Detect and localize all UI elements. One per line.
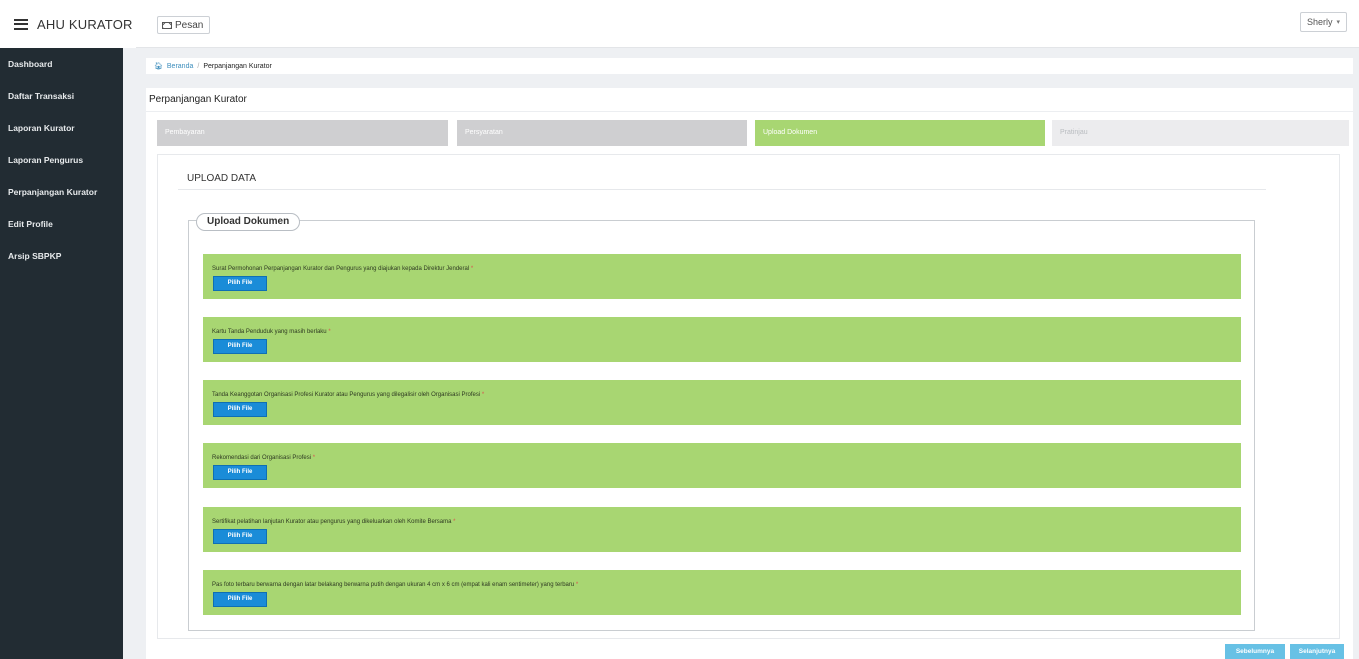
- user-menu-button[interactable]: Sherly ▾: [1299, 12, 1347, 32]
- menu-icon[interactable]: [14, 18, 28, 30]
- required-marker: *: [453, 519, 456, 525]
- messages-button[interactable]: Pesan: [157, 16, 211, 34]
- fieldset-legend: Upload Dokumen: [196, 213, 301, 231]
- document-label-text: Sertifikat pelatihan lanjutan Kurator at…: [212, 519, 452, 525]
- page-title: Perpanjangan Kurator: [146, 88, 1353, 112]
- app-title: AHU KURATOR: [37, 16, 133, 32]
- document-label-text: Pas foto terbaru berwarna dengan latar b…: [212, 582, 575, 588]
- chevron-down-icon: ▾: [1336, 19, 1340, 26]
- sidebar-item-edit-profile[interactable]: Edit Profile: [0, 208, 123, 240]
- document-label-text: Rekomendasi dari Organisasi Profesi: [212, 455, 312, 461]
- document-row: Surat Permohonan Perpanjangan Kurator da…: [203, 254, 1241, 299]
- upload-section: UPLOAD DATA Upload Dokumen Surat Permoho…: [157, 154, 1340, 639]
- upload-fieldset: Upload Dokumen Surat Permohonan Perpanja…: [188, 213, 1255, 631]
- envelope-icon: [162, 21, 172, 29]
- required-marker: *: [575, 582, 579, 588]
- document-label-text: Kartu Tanda Penduduk yang masih berlaku: [212, 329, 327, 335]
- document-row: Pas foto terbaru berwarna dengan latar b…: [203, 570, 1241, 615]
- previous-button[interactable]: Sebelumnya: [1225, 644, 1285, 659]
- document-label: Pas foto terbaru berwarna dengan latar b…: [212, 582, 578, 588]
- document-label-text: Tanda Keanggotan Organisasi Profesi Kura…: [212, 392, 481, 398]
- document-row: Tanda Keanggotan Organisasi Profesi Kura…: [203, 380, 1241, 425]
- breadcrumb-current: Perpanjangan Kurator: [203, 62, 272, 70]
- document-label: Surat Permohonan Perpanjangan Kurator da…: [212, 266, 473, 272]
- breadcrumb: 🏠︎ Beranda / Perpanjangan Kurator: [146, 58, 1353, 74]
- main-content: 🏠︎ Beranda / Perpanjangan Kurator Perpan…: [136, 48, 1359, 659]
- required-marker: *: [312, 455, 316, 461]
- sidebar-item-laporan-kurator[interactable]: Laporan Kurator: [0, 112, 123, 144]
- main-panel: Perpanjangan Kurator Pembayaran Persyara…: [146, 88, 1353, 659]
- document-label: Sertifikat pelatihan lanjutan Kurator at…: [212, 519, 456, 525]
- divider: [178, 189, 1266, 190]
- user-name: Sherly: [1306, 17, 1333, 27]
- wizard-steps: Pembayaran Persyaratan Upload Dokumen Pr…: [157, 120, 1349, 146]
- choose-file-button[interactable]: Pilih File: [213, 276, 267, 291]
- breadcrumb-home-link[interactable]: Beranda: [167, 63, 193, 70]
- top-navbar: AHU KURATOR Pesan Sherly ▾: [0, 0, 1359, 48]
- sidebar: Dashboard Daftar Transaksi Laporan Kurat…: [0, 48, 123, 659]
- sidebar-item-dashboard[interactable]: Dashboard: [0, 48, 123, 80]
- required-marker: *: [470, 266, 474, 272]
- brand[interactable]: AHU KURATOR: [0, 0, 136, 48]
- choose-file-button[interactable]: Pilih File: [213, 592, 267, 607]
- step-pratinjau[interactable]: Pratinjau: [1052, 120, 1349, 146]
- choose-file-button[interactable]: Pilih File: [213, 402, 267, 417]
- choose-file-button[interactable]: Pilih File: [213, 465, 267, 480]
- home-icon: 🏠︎: [154, 63, 163, 70]
- step-upload-dokumen[interactable]: Upload Dokumen: [755, 120, 1045, 146]
- document-row: Sertifikat pelatihan lanjutan Kurator at…: [203, 507, 1241, 552]
- required-marker: *: [328, 329, 331, 335]
- section-title: UPLOAD DATA: [187, 173, 257, 184]
- document-label-text: Surat Permohonan Perpanjangan Kurator da…: [212, 266, 470, 272]
- document-label: Tanda Keanggotan Organisasi Profesi Kura…: [212, 392, 484, 398]
- next-button[interactable]: Selanjutnya: [1290, 644, 1344, 659]
- step-pembayaran[interactable]: Pembayaran: [157, 120, 448, 146]
- breadcrumb-separator: /: [197, 62, 200, 70]
- choose-file-button[interactable]: Pilih File: [213, 339, 267, 354]
- required-marker: *: [481, 392, 485, 398]
- sidebar-item-perpanjangan-kurator[interactable]: Perpanjangan Kurator: [0, 176, 123, 208]
- document-label: Kartu Tanda Penduduk yang masih berlaku …: [212, 329, 331, 335]
- messages-label: Pesan: [175, 19, 204, 31]
- sidebar-item-laporan-pengurus[interactable]: Laporan Pengurus: [0, 144, 123, 176]
- document-label: Rekomendasi dari Organisasi Profesi *: [212, 455, 315, 461]
- sidebar-item-arsip-sbpkp[interactable]: Arsip SBPKP: [0, 240, 123, 272]
- sidebar-item-daftar-transaksi[interactable]: Daftar Transaksi: [0, 80, 123, 112]
- choose-file-button[interactable]: Pilih File: [213, 529, 267, 544]
- document-row: Rekomendasi dari Organisasi Profesi * Pi…: [203, 443, 1241, 488]
- step-persyaratan[interactable]: Persyaratan: [457, 120, 747, 146]
- document-row: Kartu Tanda Penduduk yang masih berlaku …: [203, 317, 1241, 362]
